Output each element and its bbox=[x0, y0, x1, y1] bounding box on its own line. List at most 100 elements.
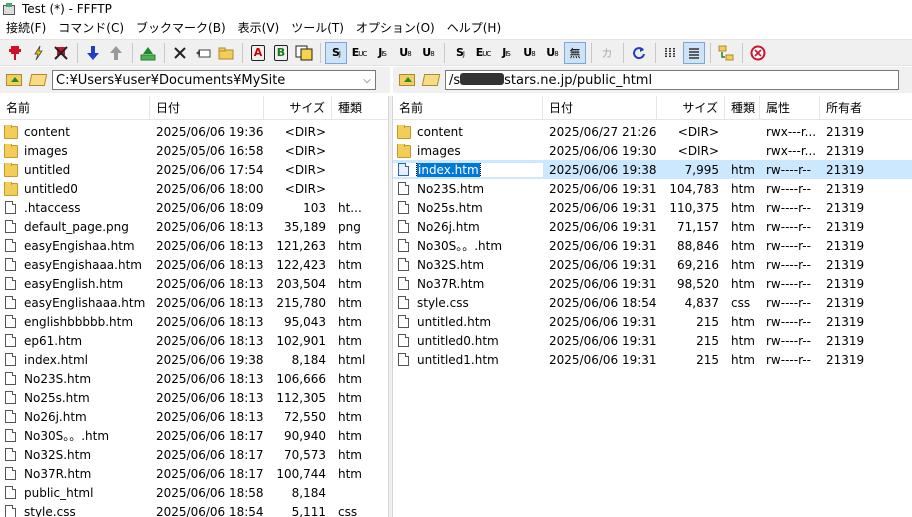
file-row[interactable]: index.html 2025/06/06 19:38 8,184 html bbox=[0, 350, 388, 369]
file-row[interactable]: easyEngishaaa.htm 2025/06/06 18:13 122,423… bbox=[0, 255, 388, 274]
remote-path-combobox[interactable]: /s stars.ne.jp/public_html bbox=[445, 70, 899, 90]
col-size[interactable]: サイズ bbox=[657, 96, 725, 119]
local-open-folder-button[interactable] bbox=[28, 70, 48, 90]
menu-view[interactable]: 表示(V) bbox=[232, 18, 286, 38]
menu-connect[interactable]: 接続(F) bbox=[0, 18, 52, 38]
local-list-header: 名前 日付 サイズ 種類 bbox=[0, 96, 388, 120]
connect-button[interactable] bbox=[4, 42, 26, 64]
col-size[interactable]: サイズ bbox=[264, 96, 332, 119]
file-row[interactable]: untitled 2025/06/06 17:54 <DIR> bbox=[0, 160, 388, 179]
file-row[interactable]: index.htm 2025/06/06 19:38 7,995 htm rw----r… bbox=[393, 160, 912, 179]
file-row[interactable]: default_page.png 2025/06/06 18:13 35,189 pn… bbox=[0, 217, 388, 236]
col-type[interactable]: 種類 bbox=[725, 96, 760, 119]
file-row[interactable]: .htaccess 2025/06/06 18:09 103 ht... bbox=[0, 198, 388, 217]
transfer-auto-button[interactable] bbox=[293, 42, 315, 64]
host-utf8bom-button[interactable]: U8 bbox=[541, 42, 563, 64]
chevron-down-icon[interactable]: ⌵ bbox=[359, 75, 375, 86]
upload-button[interactable] bbox=[105, 42, 127, 64]
kanji-euc-button[interactable]: EUC bbox=[348, 42, 370, 64]
detail-view-button[interactable] bbox=[683, 41, 705, 64]
mirror-upload-button[interactable] bbox=[137, 42, 159, 64]
file-row[interactable]: No37R.htm 2025/06/06 19:31 98,520 htm rw----… bbox=[393, 274, 912, 293]
file-row[interactable]: untitled.htm 2025/06/06 19:31 215 htm rw----… bbox=[393, 312, 912, 331]
file-row[interactable]: easyEngishaa.htm 2025/06/06 18:13 121,263 h… bbox=[0, 236, 388, 255]
delete-button[interactable] bbox=[169, 42, 191, 64]
stop-button[interactable] bbox=[747, 42, 769, 64]
file-row[interactable]: untitled0 2025/06/06 18:00 <DIR> bbox=[0, 179, 388, 198]
col-owner[interactable]: 所有者 bbox=[820, 96, 912, 119]
col-type[interactable]: 種類 bbox=[332, 96, 388, 119]
file-row[interactable]: No30S。。.htm 2025/06/06 19:31 88,846 htm rw--… bbox=[393, 236, 912, 255]
file-row[interactable]: ep61.htm 2025/06/06 18:13 102,901 htm bbox=[0, 331, 388, 350]
file-row[interactable]: content 2025/06/06 19:36 <DIR> bbox=[0, 122, 388, 141]
file-row[interactable]: images 2025/06/06 19:30 <DIR> rwx---r... 213… bbox=[393, 141, 912, 160]
menu-tools[interactable]: ツール(T) bbox=[285, 18, 350, 38]
file-size: 110,375 bbox=[669, 200, 719, 215]
file-row[interactable]: public_html 2025/06/06 18:58 8,184 bbox=[0, 483, 388, 502]
file-row[interactable]: No32S.htm 2025/06/06 18:17 70,573 htm bbox=[0, 445, 388, 464]
host-utf8-button[interactable]: U8 bbox=[518, 42, 540, 64]
file-row[interactable]: easyEnglishaaa.htm 2025/06/06 18:13 215,78… bbox=[0, 293, 388, 312]
file-row[interactable]: No30S。。.htm 2025/06/06 18:17 90,940 htm bbox=[0, 426, 388, 445]
file-row[interactable]: No23S.htm 2025/06/06 19:31 104,783 htm rw---… bbox=[393, 179, 912, 198]
col-attr[interactable]: 属性 bbox=[760, 96, 820, 119]
host-sjis-button[interactable]: SJ bbox=[449, 42, 471, 64]
file-type: htm bbox=[338, 390, 362, 405]
host-jis-button[interactable]: JIS bbox=[495, 42, 517, 64]
refresh-button[interactable] bbox=[628, 42, 650, 64]
download-button[interactable] bbox=[82, 42, 104, 64]
menu-help[interactable]: ヘルプ(H) bbox=[441, 18, 507, 38]
file-row[interactable]: No26j.htm 2025/06/06 19:31 71,157 htm rw----… bbox=[393, 217, 912, 236]
file-row[interactable]: No25s.htm 2025/06/06 19:31 110,375 htm rw---… bbox=[393, 198, 912, 217]
file-name-cell: style.css bbox=[393, 296, 543, 310]
transfer-binary-button[interactable]: B bbox=[270, 42, 292, 64]
host-euc-button[interactable]: EUC bbox=[472, 42, 494, 64]
file-row[interactable]: No25s.htm 2025/06/06 18:13 112,305 htm bbox=[0, 388, 388, 407]
file-date: 2025/06/06 18:13 bbox=[156, 390, 264, 405]
mkdir-button[interactable] bbox=[215, 42, 237, 64]
file-row[interactable]: No26j.htm 2025/06/06 18:13 72,550 htm bbox=[0, 407, 388, 426]
file-row[interactable]: untitled1.htm 2025/06/06 19:31 215 htm rw---… bbox=[393, 350, 912, 369]
col-date[interactable]: 日付 bbox=[543, 96, 657, 119]
menu-command[interactable]: コマンド(C) bbox=[52, 18, 130, 38]
file-size: 72,550 bbox=[284, 409, 326, 424]
remote-up-folder-button[interactable] bbox=[397, 70, 417, 90]
local-file-list[interactable]: 名前 日付 サイズ 種類 content 2025/06/06 19:36 <DIR… bbox=[0, 96, 388, 517]
transfer-ascii-button[interactable]: A bbox=[247, 42, 269, 64]
file-size: 88,846 bbox=[677, 238, 719, 253]
file-icon bbox=[5, 505, 16, 517]
file-row[interactable]: englishbbbbb.htm 2025/06/06 18:13 95,043 ht… bbox=[0, 312, 388, 331]
file-row[interactable]: easyEnglish.htm 2025/06/06 18:13 203,504 ht… bbox=[0, 274, 388, 293]
menu-bookmark[interactable]: ブックマーク(B) bbox=[130, 18, 232, 38]
menu-options[interactable]: オプション(O) bbox=[350, 18, 441, 38]
file-row[interactable]: style.css 2025/06/06 18:54 5,111 css bbox=[0, 502, 388, 517]
col-date[interactable]: 日付 bbox=[150, 96, 264, 119]
file-name: public_html bbox=[24, 485, 94, 500]
kanji-utf8-button[interactable]: U8 bbox=[394, 42, 416, 64]
file-row[interactable]: images 2025/05/06 16:58 <DIR> bbox=[0, 141, 388, 160]
quick-connect-button[interactable] bbox=[27, 42, 49, 64]
file-row[interactable]: No23S.htm 2025/06/06 18:13 106,666 htm bbox=[0, 369, 388, 388]
local-up-folder-button[interactable] bbox=[4, 70, 24, 90]
file-row[interactable]: content 2025/06/27 21:26 <DIR> rwx---r... 21… bbox=[393, 122, 912, 141]
kanji-sjis-button[interactable]: SJ bbox=[325, 41, 347, 64]
local-path-combobox[interactable]: C:¥Users¥user¥Documents¥MySite ⌵ bbox=[52, 70, 376, 90]
kana-convert-button[interactable]: カ bbox=[596, 42, 618, 64]
list-view-button[interactable] bbox=[660, 42, 682, 64]
kanji-utf8bom-button[interactable]: U8 bbox=[417, 42, 439, 64]
rename-button[interactable] bbox=[192, 42, 214, 64]
no-convert-button[interactable]: 無 bbox=[564, 41, 586, 64]
col-name[interactable]: 名前 bbox=[0, 96, 150, 119]
remote-file-list[interactable]: 名前 日付 サイズ 種類 属性 所有者 content 2025/06/27 21… bbox=[393, 96, 912, 517]
sync-folder-button[interactable] bbox=[715, 42, 737, 64]
file-size: 70,573 bbox=[284, 447, 326, 462]
kanji-jis-button[interactable]: JIS bbox=[371, 42, 393, 64]
file-row[interactable]: No32S.htm 2025/06/06 19:31 69,216 htm rw----… bbox=[393, 255, 912, 274]
col-name[interactable]: 名前 bbox=[393, 96, 543, 119]
file-row[interactable]: untitled0.htm 2025/06/06 19:31 215 htm rw---… bbox=[393, 331, 912, 350]
remote-open-folder-button[interactable] bbox=[421, 70, 441, 90]
file-type: htm bbox=[338, 314, 362, 329]
file-row[interactable]: style.css 2025/06/06 18:54 4,837 css rw----r… bbox=[393, 293, 912, 312]
file-row[interactable]: No37R.htm 2025/06/06 18:17 100,744 htm bbox=[0, 464, 388, 483]
disconnect-button[interactable] bbox=[50, 42, 72, 64]
